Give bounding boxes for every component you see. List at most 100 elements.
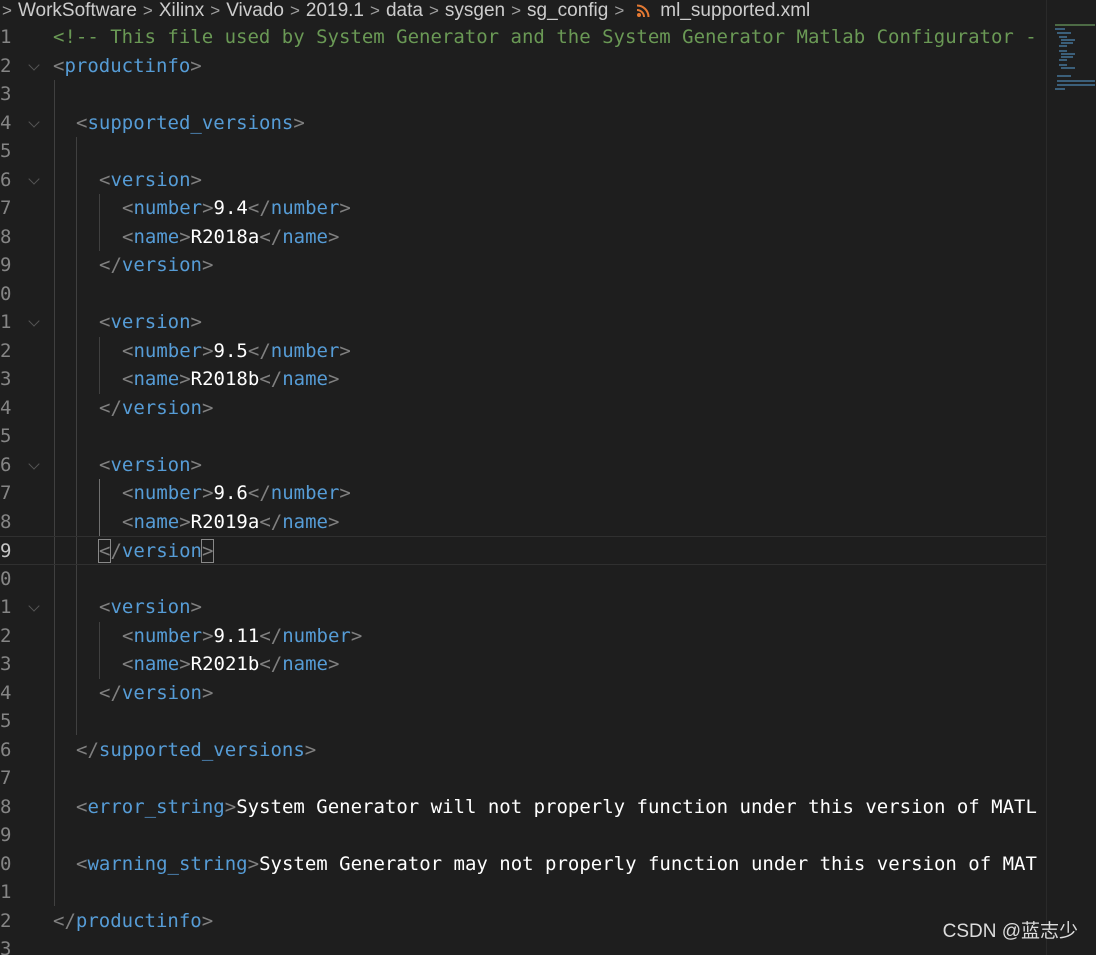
minimap-line	[1061, 39, 1075, 41]
code-line[interactable]: 0 <warning_string>System Generator may n…	[0, 850, 1046, 879]
chevron-right-icon: >	[289, 1, 300, 20]
code-line[interactable]: 5	[0, 137, 1046, 166]
fold-chevron-icon[interactable]	[28, 115, 40, 128]
breadcrumb-item-sg-config[interactable]: sg_config	[523, 0, 612, 22]
code-line[interactable]: 6 <version>	[0, 451, 1046, 480]
minimap[interactable]	[1046, 0, 1096, 955]
line-number: 4	[0, 396, 12, 419]
breadcrumb-item-xilinx[interactable]: Xilinx	[155, 0, 208, 22]
xml-close-tag: </version>	[99, 681, 214, 704]
xml-element: <warning_string>System Generator may not…	[76, 852, 1037, 875]
code-line[interactable]: 2 </productinfo>	[0, 907, 1046, 936]
line-number: 5	[0, 140, 12, 162]
chevron-right-icon: >	[210, 1, 221, 20]
code-line[interactable]: 3 <name>R2021b</name>	[0, 650, 1046, 679]
line-number: 6	[0, 738, 12, 761]
breadcrumb-item-2019-1[interactable]: 2019.1	[302, 0, 368, 22]
fold-chevron-icon[interactable]	[28, 58, 40, 71]
xml-element: <name>R2018a</name>	[122, 225, 340, 248]
xml-element: <name>R2021b</name>	[122, 653, 340, 675]
line-number: 2	[0, 54, 12, 77]
minimap-line	[1059, 59, 1067, 61]
code-line[interactable]: 4 </version>	[0, 679, 1046, 708]
code-line[interactable]: 1 <!-- This file used by System Generato…	[0, 23, 1046, 52]
code-line[interactable]: 4 <supported_versions>	[0, 109, 1046, 138]
code-line[interactable]: 2 <productinfo>	[0, 52, 1046, 81]
xml-open-tag: <productinfo>	[53, 54, 202, 77]
breadcrumb-item-sysgen[interactable]: sysgen	[441, 0, 509, 22]
fold-chevron-icon[interactable]	[28, 600, 40, 612]
breadcrumb-item-vivado[interactable]: Vivado	[222, 0, 288, 22]
breadcrumb: > WorkSoftware > Xilinx > Vivado > 2019.…	[0, 0, 1096, 22]
code-line[interactable]: 2 <number>9.5</number>	[0, 337, 1046, 366]
line-number: 4	[0, 111, 12, 134]
code-line[interactable]: 9	[0, 821, 1046, 850]
code-line[interactable]: 5	[0, 422, 1046, 451]
code-line-current[interactable]: 9 </version>	[0, 536, 1046, 565]
code-line[interactable]: 2 <number>9.11</number>	[0, 622, 1046, 651]
line-number: 5	[0, 425, 12, 447]
breadcrumb-file[interactable]: ml_supported.xml	[656, 0, 814, 22]
line-number: 1	[0, 311, 12, 333]
minimap-line	[1055, 88, 1065, 90]
chevron-right-icon: >	[370, 1, 380, 20]
code-line[interactable]: 5	[0, 707, 1046, 736]
xml-element: <name>R2019a</name>	[122, 510, 340, 533]
chevron-right-icon: >	[2, 1, 12, 20]
code-line[interactable]: 6 </supported_versions>	[0, 736, 1046, 765]
code-line[interactable]: 3	[0, 935, 1046, 955]
watermark: CSDN @蓝志少	[942, 921, 1078, 942]
rss-file-icon	[637, 4, 650, 18]
code-line[interactable]: 4 </version>	[0, 394, 1046, 423]
line-number: 9	[0, 540, 12, 562]
breadcrumb-item-data[interactable]: data	[382, 0, 427, 22]
minimap-line	[1057, 75, 1071, 77]
code-editor[interactable]: 1 <!-- This file used by System Generato…	[0, 23, 1046, 955]
code-line[interactable]: 0	[0, 280, 1046, 309]
line-number: 3	[0, 368, 12, 390]
minimap-line	[1057, 32, 1071, 34]
minimap-line	[1061, 42, 1073, 44]
code-line[interactable]: 1 <version>	[0, 308, 1046, 337]
line-number: 2	[0, 339, 12, 362]
code-line[interactable]: 7 <number>9.6</number>	[0, 479, 1046, 508]
xml-close-tag: </version>	[97, 539, 215, 563]
code-line[interactable]: 3 <name>R2018b</name>	[0, 365, 1046, 394]
code-line[interactable]: 1 <version>	[0, 593, 1046, 622]
code-line[interactable]: 3	[0, 80, 1046, 109]
code-line[interactable]: 7 <number>9.4</number>	[0, 194, 1046, 223]
minimap-line	[1055, 28, 1065, 30]
minimap-line	[1059, 64, 1067, 66]
minimap-line	[1061, 53, 1075, 55]
line-number: 0	[0, 567, 12, 590]
minimap-line	[1061, 67, 1075, 69]
xml-close-tag: </version>	[99, 396, 214, 419]
line-number: 0	[0, 282, 12, 305]
xml-open-tag: <version>	[99, 453, 202, 476]
fold-chevron-icon[interactable]	[28, 315, 40, 327]
code-line[interactable]: 7	[0, 764, 1046, 793]
line-number: 9	[0, 254, 12, 276]
minimap-line	[1059, 45, 1067, 47]
xml-open-tag: <version>	[99, 311, 202, 333]
code-line[interactable]: 8 <name>R2018a</name>	[0, 223, 1046, 252]
chevron-right-icon: >	[511, 1, 522, 20]
line-number: 6	[0, 168, 12, 191]
code-line[interactable]: 8 <name>R2019a</name>	[0, 508, 1046, 537]
code-line[interactable]: 6 <version>	[0, 166, 1046, 195]
code-line[interactable]: 0	[0, 565, 1046, 594]
line-number: 4	[0, 681, 12, 704]
line-number: 8	[0, 225, 12, 248]
line-number: 7	[0, 197, 12, 219]
fold-chevron-icon[interactable]	[28, 172, 40, 185]
line-number: 9	[0, 824, 12, 846]
minimap-line	[1059, 36, 1067, 38]
code-line[interactable]: 1	[0, 878, 1046, 907]
minimap-line	[1057, 80, 1095, 82]
fold-chevron-icon[interactable]	[28, 457, 40, 470]
code-line[interactable]: 8 <error_string>System Generator will no…	[0, 793, 1046, 822]
xml-element: <number>9.4</number>	[122, 197, 351, 219]
line-number: 5	[0, 710, 12, 732]
breadcrumb-item-workssoftware[interactable]: WorkSoftware	[14, 0, 141, 22]
code-line[interactable]: 9 </version>	[0, 251, 1046, 280]
